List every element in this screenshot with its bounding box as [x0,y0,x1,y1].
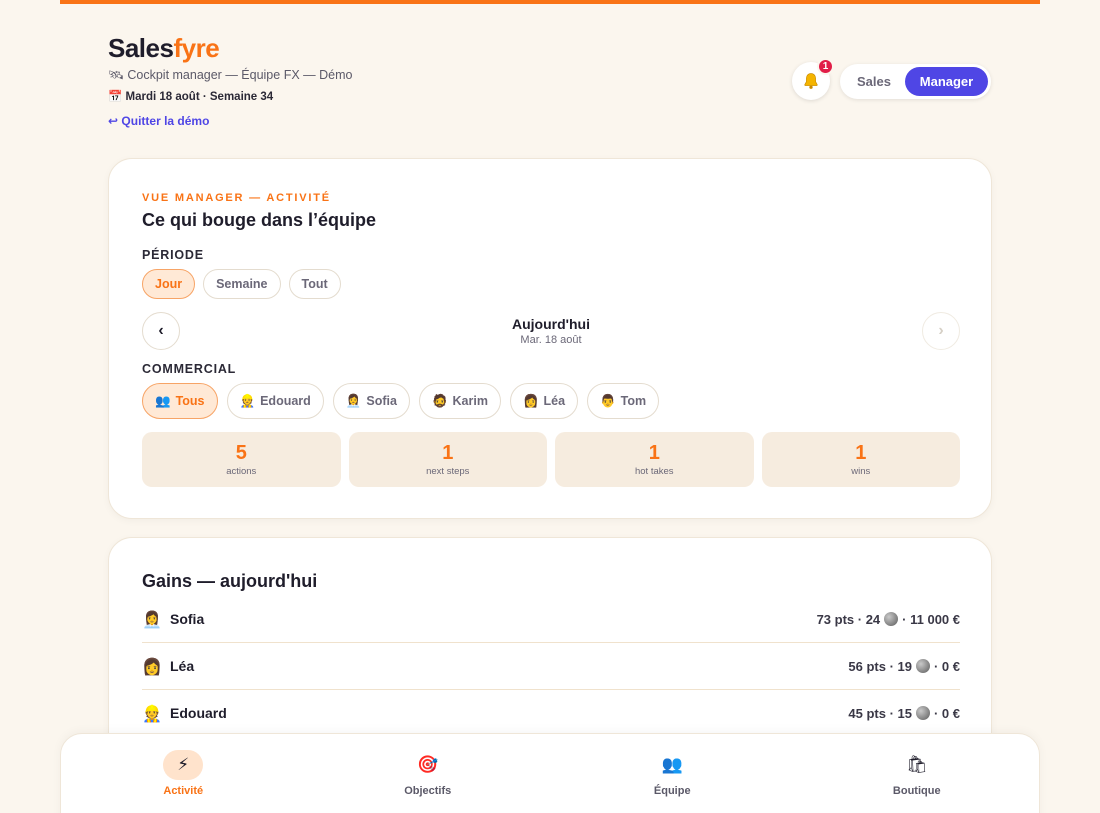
period-label: PÉRIODE [142,248,204,262]
tab-label: Boutique [892,785,941,797]
commercial-tom-button[interactable]: 👨 Tom [587,383,660,419]
period-day-button[interactable]: Jour [142,269,196,299]
role-manager-button[interactable]: Manager [905,67,988,96]
gain-value: 56 pts · 19 · 0 € [848,658,960,674]
tab-equipe[interactable]: 👥 Équipe [550,734,795,813]
period-selector: Jour Semaine Tout [142,269,341,299]
activity-title: Ce qui bouge dans l’équipe [142,210,377,230]
gain-name: Sofia [170,611,205,627]
period-all-button[interactable]: Tout [288,269,341,299]
gain-value: 73 pts · 24 · 11 000 € [816,611,960,627]
stat-value: 1 [855,442,867,464]
coin-icon [884,612,899,626]
coin-icon [915,706,930,720]
activity-eyebrow: VUE MANAGER — ACTIVITÉ [142,192,331,204]
stat-value: 1 [648,442,660,464]
bell-icon [804,73,818,89]
shopping-bags-icon: 🛍 [905,755,928,775]
activity-card: VUE MANAGER — ACTIVITÉ Ce qui bouge dans… [108,158,992,519]
commercial-all-button[interactable]: 👥 Tous [142,383,218,419]
businesswoman-avatar-icon: 👩‍💼 [142,609,162,629]
worker-avatar-icon: 👷 [239,393,256,408]
target-icon: 🎯 [417,755,439,775]
previous-period-button[interactable]: ‹ [142,312,180,350]
gain-value: 45 pts · 15 · 0 € [848,705,960,721]
commercial-edouard-button[interactable]: 👷 Edouard [226,383,324,419]
notifications-button[interactable]: 1 [792,58,834,100]
header-subtitle: 🛰 Cockpit manager — Équipe FX — Démo [108,67,353,82]
commercial-sofia-button[interactable]: 👩‍💼 Sofia [332,383,410,419]
woman-avatar-icon: 👩 [142,656,162,676]
period-sub-label: Mar. 18 août [520,334,582,346]
worker-avatar-icon: 👷 [142,703,162,723]
chevron-right-icon: › [938,322,944,339]
notification-count-badge: 1 [817,58,834,75]
tab-label: Équipe [653,785,691,797]
tab-label: Activité [163,785,204,797]
stat-wins: 1 wins [761,432,960,487]
stat-hot-takes: 1 hot takes [555,432,754,487]
commercial-lea-button[interactable]: 👩 Léa [509,383,579,419]
tab-boutique[interactable]: 🛍 Boutique [795,734,1040,813]
stat-label: next steps [426,466,470,477]
period-main-label: Aujourd'hui [512,316,590,332]
lightning-icon: ⚡ [163,750,204,780]
flag-icon: 🛰 [108,67,124,82]
stat-value: 5 [235,442,247,464]
top-accent-bar [60,0,1040,4]
businesswoman-avatar-icon: 👩‍💼 [345,393,362,408]
period-week-button[interactable]: Semaine [203,269,281,299]
commercial-karim-button[interactable]: 🧔 Karim [418,383,501,419]
return-arrow-icon: ↩ [108,114,119,128]
tab-activite[interactable]: ⚡ Activité [61,734,306,813]
coin-icon [915,659,930,673]
calendar-icon: 📅 [108,89,123,103]
gain-name: Edouard [170,705,227,721]
role-toggle: Sales Manager [840,64,991,99]
period-display: Aujourd'hui Mar. 18 août [409,316,693,346]
app-logo: Salesfyre [108,33,220,63]
stat-label: actions [226,466,257,477]
bottom-navigation: ⚡ Activité 🎯 Objectifs 👥 Équipe 🛍 Boutiq… [60,733,1040,813]
chevron-left-icon: ‹ [158,322,164,339]
header-brand: Salesfyre 🛰 Cockpit manager — Équipe FX … [108,32,352,129]
tab-label: Objectifs [404,785,452,797]
quit-demo-link[interactable]: ↩ Quitter la démo [108,114,352,129]
woman-avatar-icon: 👩 [522,393,539,408]
activity-stats: 5 actions 1 next steps 1 hot takes 1 win… [142,432,960,487]
man-avatar-icon: 👨 [600,393,616,408]
commercial-selector: 👥 Tous 👷 Edouard 👩‍💼 Sofia 🧔 Karim 👩 Léa 👨 Tom [142,383,660,419]
tab-objectifs[interactable]: 🎯 Objectifs [306,734,551,813]
header-date: 📅 Mardi 18 août · Semaine 34 [108,89,274,103]
stat-label: hot takes [634,466,674,477]
gains-title: Gains — aujourd'hui [142,571,318,591]
stat-actions: 5 actions [142,432,341,487]
team-icon: 👥 [661,755,683,775]
role-sales-button[interactable]: Sales [843,67,905,96]
group-icon: 👥 [155,393,171,408]
stat-next-steps: 1 next steps [348,432,547,487]
commercial-label: COMMERCIAL [142,362,237,376]
bearded-man-avatar-icon: 🧔 [431,393,448,408]
gain-row: 👩‍💼 Sofia 73 pts · 24 · 11 000 € [142,596,960,643]
next-period-button[interactable]: › [922,312,960,350]
gain-row: 👷 Edouard 45 pts · 15 · 0 € [142,690,960,737]
gain-row: 👩 Léa 56 pts · 19 · 0 € [142,643,960,690]
stat-label: wins [851,466,871,477]
stat-value: 1 [442,442,454,464]
gain-name: Léa [170,658,195,674]
